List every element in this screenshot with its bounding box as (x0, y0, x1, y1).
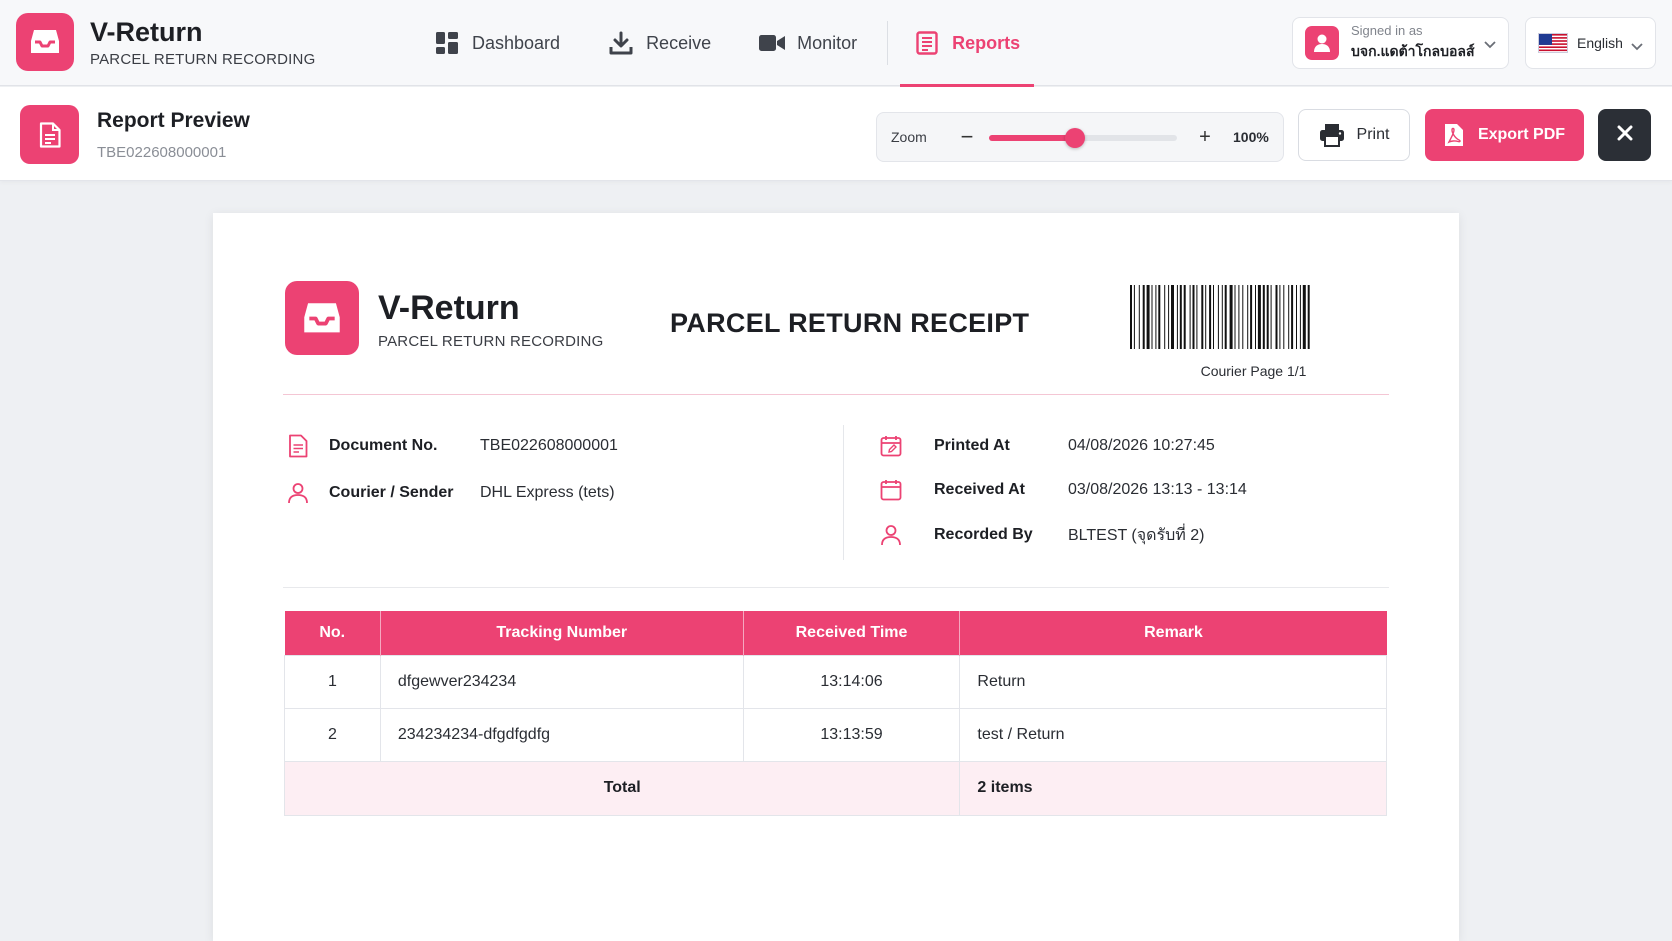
nav-dashboard[interactable]: Dashboard (420, 0, 574, 86)
info-value: 04/08/2026 10:27:45 (1068, 437, 1215, 454)
document-id: TBE022608000001 (97, 144, 227, 161)
pdf-file-icon (1444, 123, 1464, 147)
top-navigation-bar: V-Return PARCEL RETURN RECORDING Dashboa… (0, 0, 1672, 87)
table-row: 1 dfgewver234234 13:14:06 Return (284, 654, 1387, 709)
nav-dashboard-label: Dashboard (472, 32, 561, 53)
inbox-logo-icon (16, 13, 74, 71)
info-value: BLTEST (จุดรับที่ 2) (1068, 526, 1205, 544)
table-row: 2 234234234-dfgdfgdfg 13:13:59 test / Re… (284, 707, 1387, 762)
document-brand-name: V-Return (378, 289, 520, 327)
cell-tracking-number: dfgewver234234 (379, 654, 744, 709)
info-column-divider (843, 425, 844, 560)
info-label: Courier / Sender (329, 484, 454, 501)
print-button[interactable]: Print (1298, 109, 1410, 161)
nav-receive[interactable]: Receive (594, 0, 725, 86)
info-value: 03/08/2026 13:13 - 13:14 (1068, 481, 1247, 498)
table-header-row: No. Tracking Number Received Time Remark (284, 611, 1387, 655)
info-label: Document No. (329, 437, 438, 454)
info-label: Received At (934, 481, 1025, 498)
barcode-icon (1130, 285, 1310, 349)
close-icon (1617, 125, 1633, 146)
zoom-slider[interactable] (989, 128, 1177, 148)
cell-tracking-number: 234234234-dfgdfgdfg (379, 707, 744, 762)
info-document-no: Document No. TBE022608000001 (285, 433, 618, 459)
info-label: Printed At (934, 437, 1010, 454)
info-label: Recorded By (934, 526, 1033, 543)
cell-no: 2 (284, 707, 381, 762)
total-value: 2 items (959, 760, 1387, 816)
zoom-slider-handle[interactable] (1065, 128, 1086, 148)
app-subtitle: PARCEL RETURN RECORDING (90, 50, 316, 68)
nav-monitor[interactable]: Monitor (745, 0, 871, 86)
export-pdf-label: Export PDF (1477, 126, 1566, 143)
user-avatar-icon (1305, 26, 1339, 60)
user-icon (285, 480, 311, 506)
user-icon (878, 522, 904, 548)
column-header-received-time: Received Time (743, 611, 961, 655)
account-menu[interactable]: Signed in as บจก.แดต้าโกลบอลส์ (1292, 17, 1509, 69)
document-brand-subtitle: PARCEL RETURN RECORDING (378, 333, 604, 350)
column-header-no: No. (284, 611, 381, 655)
report-preview-toolbar: Report Preview TBE022608000001 Zoom − + … (0, 87, 1672, 181)
nav-receive-label: Receive (646, 32, 712, 53)
main-nav: Dashboard Receive Monitor Reports (420, 0, 1054, 87)
inbox-logo-icon (285, 281, 359, 355)
table-total-row: Total 2 items (283, 760, 1387, 816)
zoom-value: 100% (1233, 129, 1269, 145)
nav-monitor-label: Monitor (797, 32, 858, 53)
dashboard-icon (434, 30, 460, 56)
video-camera-icon (759, 30, 786, 56)
zoom-control: Zoom − + 100% (876, 112, 1284, 162)
cell-received-time: 13:14:06 (742, 654, 961, 709)
language-selector[interactable]: English (1525, 17, 1656, 69)
info-value: TBE022608000001 (480, 437, 618, 454)
chevron-down-icon (1484, 36, 1496, 54)
column-header-tracking: Tracking Number (380, 611, 744, 655)
info-received-at: Received At 03/08/2026 13:13 - 13:14 (878, 477, 1247, 503)
calendar-icon (878, 477, 904, 503)
chevron-down-icon (1631, 38, 1643, 54)
flag-us-icon (1538, 33, 1568, 53)
close-button[interactable] (1598, 109, 1651, 161)
signed-in-label: Signed in as (1351, 23, 1423, 38)
cell-remark: test / Return (959, 707, 1387, 762)
nav-reports[interactable]: Reports (900, 0, 1035, 87)
info-value: DHL Express (tets) (480, 484, 615, 501)
zoom-label: Zoom (891, 129, 927, 145)
export-pdf-button[interactable]: Export PDF (1425, 109, 1584, 161)
page-title: Report Preview (97, 109, 250, 132)
document-icon (285, 433, 311, 459)
cell-received-time: 13:13:59 (742, 707, 961, 762)
calendar-edit-icon (878, 433, 904, 459)
column-header-remark: Remark (959, 611, 1387, 655)
report-document: V-Return PARCEL RETURN RECORDING PARCEL … (213, 213, 1459, 941)
zoom-in-button[interactable]: + (1191, 122, 1219, 152)
zoom-slider-fill (989, 135, 1076, 141)
info-divider (283, 587, 1389, 588)
app-name: V-Return (90, 16, 203, 47)
print-label: Print (1356, 126, 1390, 143)
report-icon (914, 30, 940, 56)
barcode-caption: Courier Page 1/1 (1200, 363, 1307, 379)
nav-divider (887, 21, 889, 65)
cell-remark: Return (959, 654, 1387, 709)
info-printed-at: Printed At 04/08/2026 10:27:45 (878, 433, 1215, 459)
app-brand[interactable]: V-Return PARCEL RETURN RECORDING (16, 13, 315, 71)
header-divider (283, 394, 1389, 395)
document-icon (20, 105, 79, 164)
download-icon (608, 30, 634, 56)
info-recorded-by: Recorded By BLTEST (จุดรับที่ 2) (878, 522, 1205, 548)
cell-no: 1 (284, 654, 381, 709)
language-label: English (1577, 35, 1623, 51)
nav-reports-label: Reports (952, 32, 1021, 53)
account-name: บจก.แดต้าโกลบอลส์ (1351, 43, 1475, 59)
zoom-out-button[interactable]: − (953, 122, 981, 152)
info-courier: Courier / Sender DHL Express (tets) (285, 480, 615, 506)
parcel-items-table: No. Tracking Number Received Time Remark… (283, 611, 1387, 816)
printer-icon (1319, 123, 1345, 147)
document-title: PARCEL RETURN RECEIPT (670, 308, 1030, 338)
total-label: Total (283, 760, 961, 816)
